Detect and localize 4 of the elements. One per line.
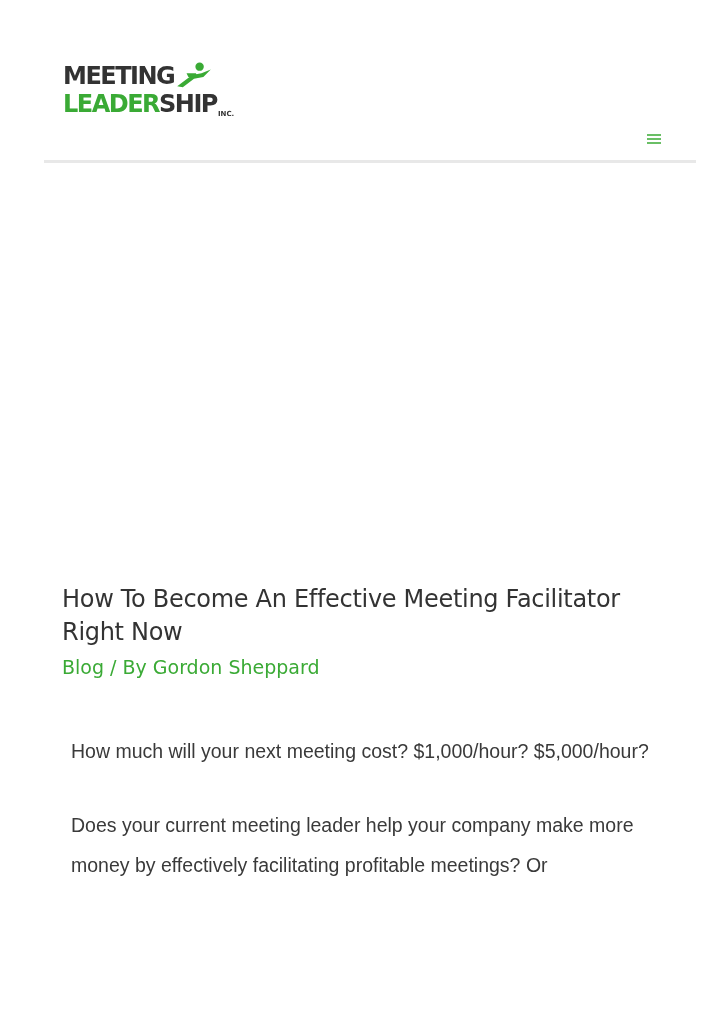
body-paragraph: How much will your next meeting cost? $1,000/hour? $5,000/hour? [71,739,650,764]
body-paragraph: Does your current meeting leader help your company make more money by effectively facilitating profitable meetings? Or [71,813,635,878]
article-title: How To Become An Effective Meeting Facilitator Right Now [62,584,621,648]
menu-icon[interactable] [646,132,662,146]
